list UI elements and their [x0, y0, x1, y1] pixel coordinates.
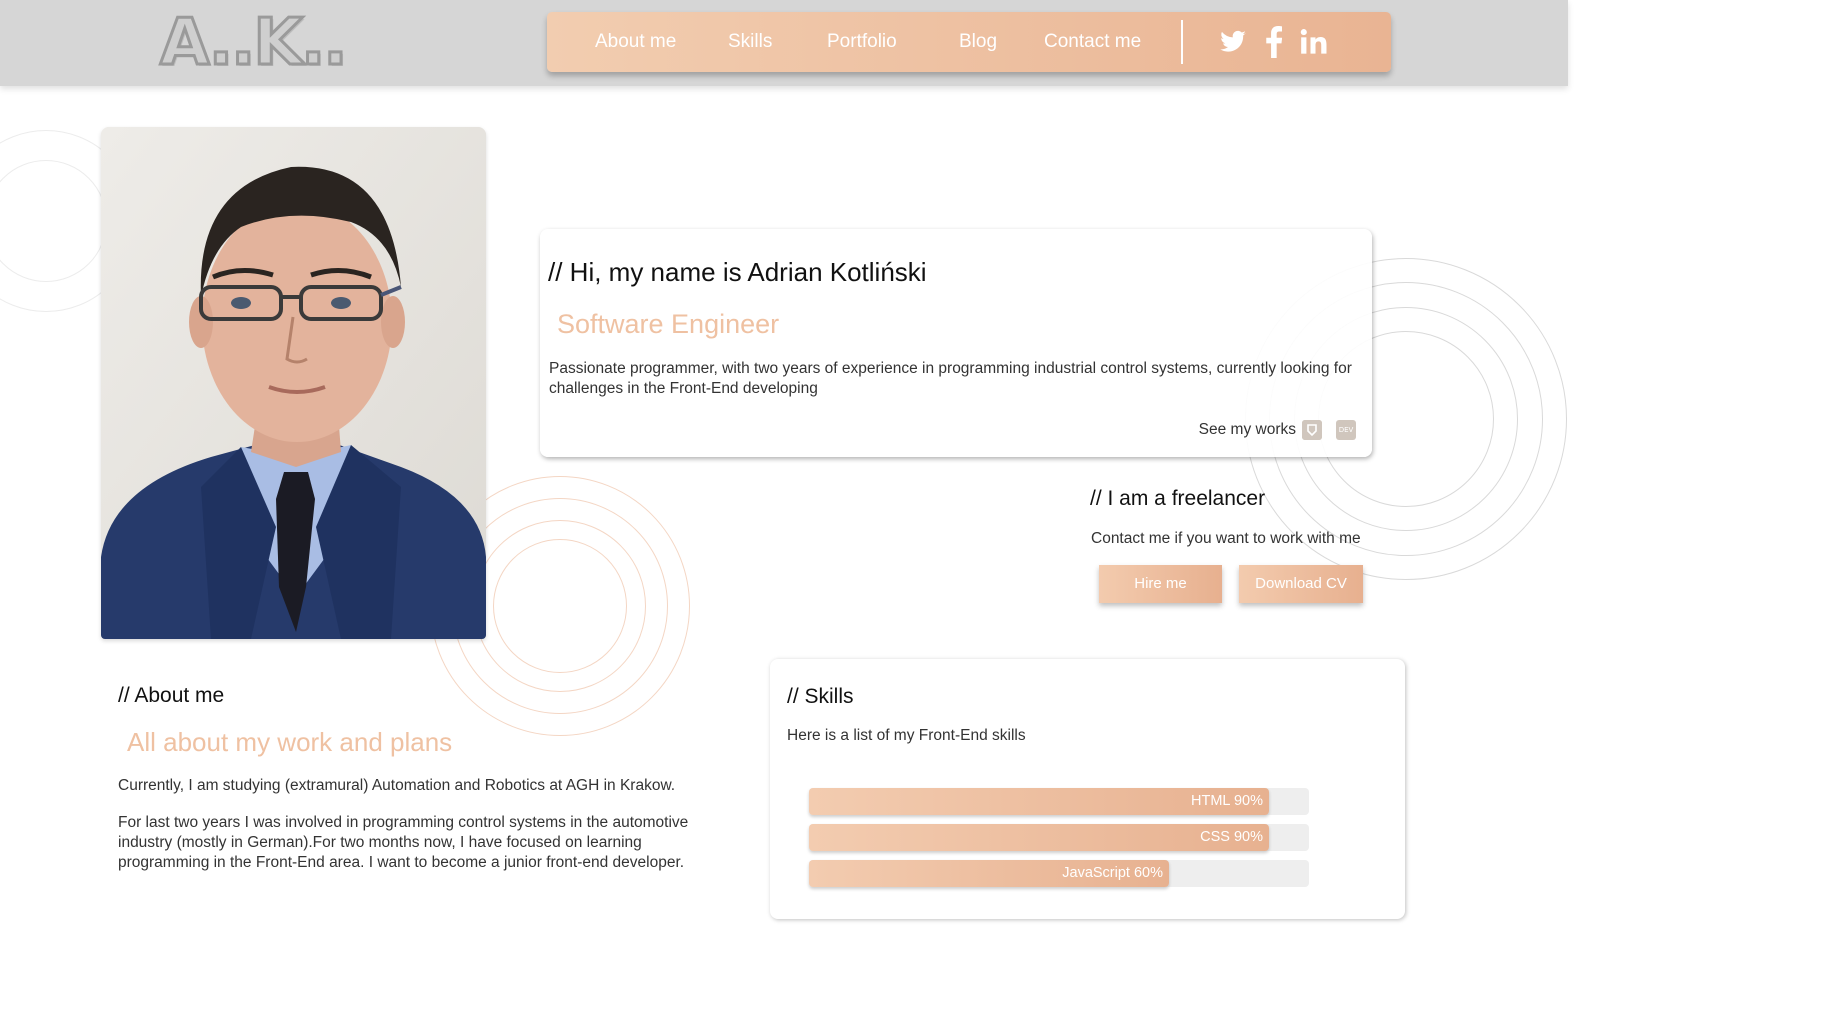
- skill-bar-javascript: JavaScript 60%: [809, 860, 1309, 887]
- skill-bar-label: CSS 90%: [1200, 829, 1263, 845]
- hero-title: // Hi, my name is Adrian Kotliński: [548, 257, 927, 287]
- nav-blog[interactable]: Blog: [959, 30, 997, 54]
- twitter-icon[interactable]: [1219, 26, 1247, 58]
- skills-title: // Skills: [787, 685, 854, 708]
- main-nav: About me Skills Portfolio Blog Contact m…: [547, 12, 1391, 72]
- nav-skills[interactable]: Skills: [728, 30, 772, 54]
- about-title: // About me: [118, 684, 225, 707]
- top-header: A..K.. About me Skills Portfolio Blog Co…: [0, 0, 1568, 86]
- skill-bar-html: HTML 90%: [809, 788, 1309, 815]
- skill-bar-fill: HTML 90%: [809, 788, 1269, 815]
- hire-me-button[interactable]: Hire me: [1099, 565, 1222, 603]
- skills-text: Here is a list of my Front-End skills: [787, 727, 1026, 744]
- see-works-label: See my works: [1198, 421, 1296, 438]
- about-paragraph-1: Currently, I am studying (extramural) Au…: [118, 777, 676, 794]
- skill-bar-css: CSS 90%: [809, 824, 1309, 851]
- site-logo[interactable]: A..K..: [159, 7, 350, 80]
- freelancer-title: // I am a freelancer: [1090, 487, 1266, 510]
- skill-bar-fill: JavaScript 60%: [809, 860, 1169, 887]
- facebook-icon[interactable]: [1266, 26, 1282, 58]
- skill-bar-label: HTML 90%: [1191, 793, 1263, 809]
- nav-about-me[interactable]: About me: [595, 30, 676, 54]
- dev-icon[interactable]: DEV: [1336, 420, 1356, 440]
- nav-portfolio[interactable]: Portfolio: [827, 30, 897, 54]
- freecodecamp-icon[interactable]: [1302, 420, 1322, 440]
- skill-bar-label: JavaScript 60%: [1062, 865, 1163, 881]
- skill-bar-fill: CSS 90%: [809, 824, 1269, 851]
- freelancer-text: Contact me if you want to work with me: [1091, 530, 1361, 547]
- nav-contact-me[interactable]: Contact me: [1044, 30, 1141, 54]
- hero-subtitle: Software Engineer: [557, 309, 780, 339]
- nav-divider: [1181, 20, 1183, 64]
- linkedin-icon[interactable]: [1300, 26, 1328, 58]
- profile-photo: [101, 127, 486, 639]
- intro-card: // Hi, my name is Adrian Kotliński Softw…: [540, 229, 1372, 457]
- download-cv-button[interactable]: Download CV: [1239, 565, 1363, 603]
- hero-description: Passionate programmer, with two years of…: [549, 360, 1352, 397]
- about-subtitle: All about my work and plans: [127, 727, 453, 757]
- skills-card: // Skills Here is a list of my Front-End…: [770, 659, 1405, 919]
- about-paragraph-2: For last two years I was involved in pro…: [118, 814, 689, 871]
